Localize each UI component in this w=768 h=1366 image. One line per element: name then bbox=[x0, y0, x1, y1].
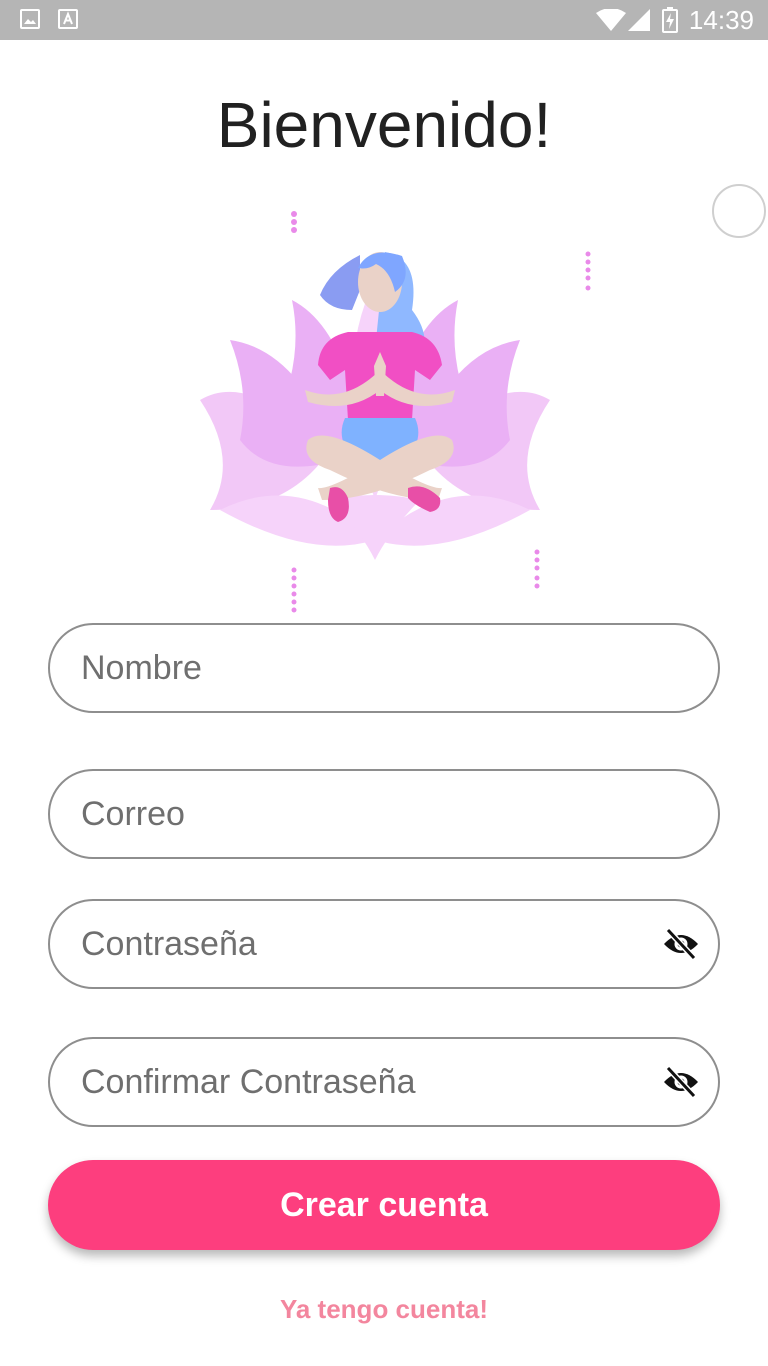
confirm-password-field[interactable]: Confirmar Contraseña bbox=[48, 1037, 720, 1127]
have-account-link[interactable]: Ya tengo cuenta! bbox=[0, 1294, 768, 1325]
confirm-password-field-placeholder: Confirmar Contraseña bbox=[81, 1063, 416, 1101]
signal-icon bbox=[628, 9, 650, 31]
password-field-placeholder: Contraseña bbox=[81, 925, 257, 963]
meditation-lotus-illustration bbox=[200, 211, 591, 613]
email-field[interactable]: Correo bbox=[48, 769, 720, 859]
password-field[interactable]: Contraseña bbox=[48, 899, 720, 989]
battery-charging-icon bbox=[662, 7, 678, 33]
status-bar: 14:39 bbox=[0, 0, 768, 40]
page-title: Bienvenido! bbox=[216, 89, 552, 161]
loading-ring-icon bbox=[712, 184, 766, 238]
accessibility-a-icon bbox=[58, 9, 78, 29]
name-field[interactable]: Nombre bbox=[48, 623, 720, 713]
eye-off-icon[interactable] bbox=[662, 928, 700, 960]
image-icon bbox=[20, 9, 40, 29]
status-time: 14:39 bbox=[688, 5, 754, 35]
eye-off-icon[interactable] bbox=[662, 1066, 700, 1098]
wifi-icon bbox=[596, 9, 626, 31]
name-field-placeholder: Nombre bbox=[81, 649, 202, 687]
create-account-button[interactable]: Crear cuenta bbox=[48, 1160, 720, 1250]
email-field-placeholder: Correo bbox=[81, 795, 185, 833]
